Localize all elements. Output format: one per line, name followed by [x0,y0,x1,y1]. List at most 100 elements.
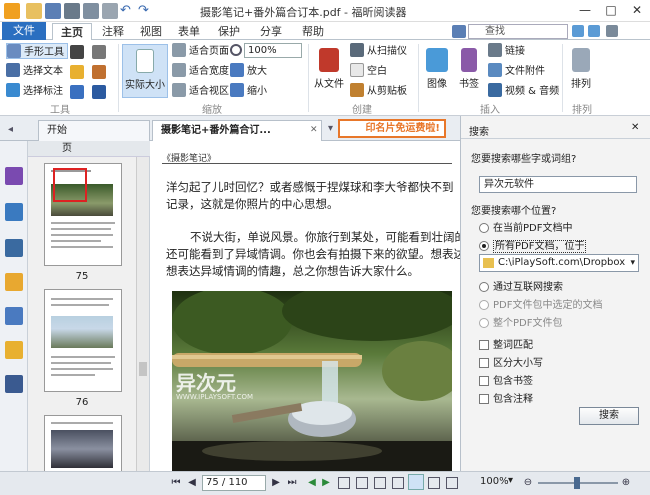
select-text-button[interactable]: 选择文本 [6,63,63,79]
tab-help[interactable]: 帮助 [296,23,330,40]
arrange-button[interactable]: 排列 [566,48,596,90]
bookmarks-panel-icon[interactable] [5,167,23,185]
split-view-icon[interactable] [446,477,458,489]
page-number-input[interactable]: 75 / 110 [202,475,266,491]
print-icon[interactable] [64,3,80,19]
continuous-facing-icon[interactable] [392,477,404,489]
from-file-button[interactable]: 从文件 [312,48,346,90]
search-input[interactable]: 查找 [468,24,568,39]
file-attachment-button[interactable]: 文件附件 [488,63,545,79]
note-icon[interactable] [70,65,84,79]
zoom-select[interactable]: 100% [244,43,302,58]
layout-active-icon[interactable] [408,474,424,490]
next-page-icon[interactable]: ▶ [270,477,282,489]
tab-share[interactable]: 分享 [254,23,288,40]
tab-list-icon[interactable]: ▾ [328,123,333,134]
checkbox-include-comments[interactable]: 包含注释 [479,390,533,405]
insert-bookmark-button[interactable]: 书签 [454,48,484,90]
tab-scroll-left-icon[interactable]: ◂ [8,124,13,135]
pages-panel-icon[interactable] [5,203,23,221]
visible-area-marker[interactable] [53,168,87,202]
hand-small-icon[interactable] [102,3,118,19]
thumbnails-scrollbar[interactable] [136,157,149,471]
tab-view[interactable]: 视图 [134,23,168,40]
ribbon-collapse-icon[interactable] [606,25,618,37]
blank-page-button[interactable]: 空白 [350,63,387,79]
hand-tool-button[interactable]: 手形工具 [6,43,68,59]
facing-icon[interactable] [374,477,386,489]
single-page-icon[interactable] [338,477,350,489]
radio-package-all[interactable]: 整个PDF文件包 [479,314,562,329]
clipboard-icon[interactable] [92,65,106,79]
scrollbar-thumb[interactable] [139,362,147,376]
last-page-icon[interactable]: ⏭ [286,477,298,489]
link-tool-icon[interactable] [92,85,106,99]
radio-internet[interactable]: 通过互联网搜索 [479,278,563,293]
fit-page-button[interactable]: 适合页面 [172,43,229,59]
video-audio-button[interactable]: 视频 & 音频 [488,83,559,99]
forward-icon[interactable]: ▶ [320,477,332,489]
zoom-dropdown-icon[interactable]: ▾ [508,475,513,486]
query-input[interactable]: 异次元软件 [479,176,637,193]
link-button[interactable]: 链接 [488,43,525,59]
checkbox-whole-word[interactable]: 整词匹配 [479,336,533,351]
from-scanner-button[interactable]: 从扫描仪 [350,43,407,59]
page-thumbnail-77[interactable] [44,415,122,471]
highlight-icon[interactable] [70,85,84,99]
attachments-panel-icon[interactable] [5,307,23,325]
maximize-button[interactable]: □ [598,0,624,20]
tab-protect[interactable]: 保护 [212,23,246,40]
minimize-button[interactable]: — [572,0,598,20]
zoom-out-button[interactable]: 缩小 [230,83,267,99]
back-icon[interactable]: ◀ [306,477,318,489]
tab-document[interactable]: 摄影笔记+番外篇合订... [152,120,322,141]
tab-comment[interactable]: 注释 [96,23,130,40]
checkbox-case-sensitive[interactable]: 区分大小写 [479,354,543,369]
prev-page-icon[interactable]: ◀ [186,477,198,489]
folder-select[interactable]: C:\iPlaySoft.com\Dropbox ▾ [479,254,639,272]
open-icon[interactable] [26,3,42,19]
comments-panel-icon[interactable] [5,273,23,291]
radio-all-docs[interactable]: 所有PDF文档，位于 [479,237,587,253]
first-page-icon[interactable]: ⏮ [170,477,182,489]
layers-panel-icon[interactable] [5,239,23,257]
redo-icon[interactable]: ↷ [138,3,154,19]
from-clipboard-button[interactable]: 从剪贴板 [350,83,407,99]
tab-form[interactable]: 表单 [172,23,206,40]
ad-banner[interactable]: 印名片免运费啦! [338,119,446,138]
radio-current-doc[interactable]: 在当前PDF文档中 [479,219,572,234]
typewriter-icon[interactable] [70,45,84,59]
fit-visible-button[interactable]: 适合视区 [172,83,229,99]
radio-package-selected[interactable]: PDF文件包中选定的文档 [479,296,602,311]
save-icon[interactable] [45,3,61,19]
fit-width-button[interactable]: 适合宽度 [172,63,229,79]
page-thumbnail-75[interactable] [44,163,122,266]
zoom-out-status-icon[interactable]: ⊖ [522,477,534,489]
undo-icon[interactable]: ↶ [120,3,136,19]
actual-size-button[interactable]: 实际大小 [122,44,168,98]
cover-view-icon[interactable] [428,477,440,489]
zoom-in-status-icon[interactable]: ⊕ [620,477,632,489]
continuous-icon[interactable] [356,477,368,489]
security-panel-icon[interactable] [5,341,23,359]
search-pane-close-icon[interactable]: ✕ [631,122,639,133]
zoom-in-button[interactable]: 放大 [230,63,267,79]
document-view[interactable]: 《摄影笔记》 洋匀起了儿时回忆？或者感慨于捏煤球和李大爷都快不到 记录，这就是你… [150,141,460,471]
insert-image-button[interactable]: 图像 [422,48,452,90]
properties-icon[interactable] [83,3,99,19]
search-prev-icon[interactable] [588,25,600,37]
close-button[interactable]: ✕ [624,0,650,20]
page-thumbnail-76[interactable] [44,289,122,392]
select-annotation-button[interactable]: 选择标注 [6,83,63,99]
checkbox-include-bookmarks[interactable]: 包含书签 [479,372,533,387]
tab-home[interactable]: 主页 [52,23,92,40]
tab-close-icon[interactable]: ✕ [310,125,318,135]
zoom-slider-thumb[interactable] [574,477,580,489]
tab-file[interactable]: 文件 [2,22,46,40]
search-options-icon[interactable] [452,25,466,38]
search-button[interactable]: 搜索 [579,407,639,425]
signature-panel-icon[interactable] [5,375,23,393]
snapshot-icon[interactable] [92,45,106,59]
tab-start[interactable]: 开始 [38,120,150,141]
search-next-icon[interactable] [572,25,584,37]
